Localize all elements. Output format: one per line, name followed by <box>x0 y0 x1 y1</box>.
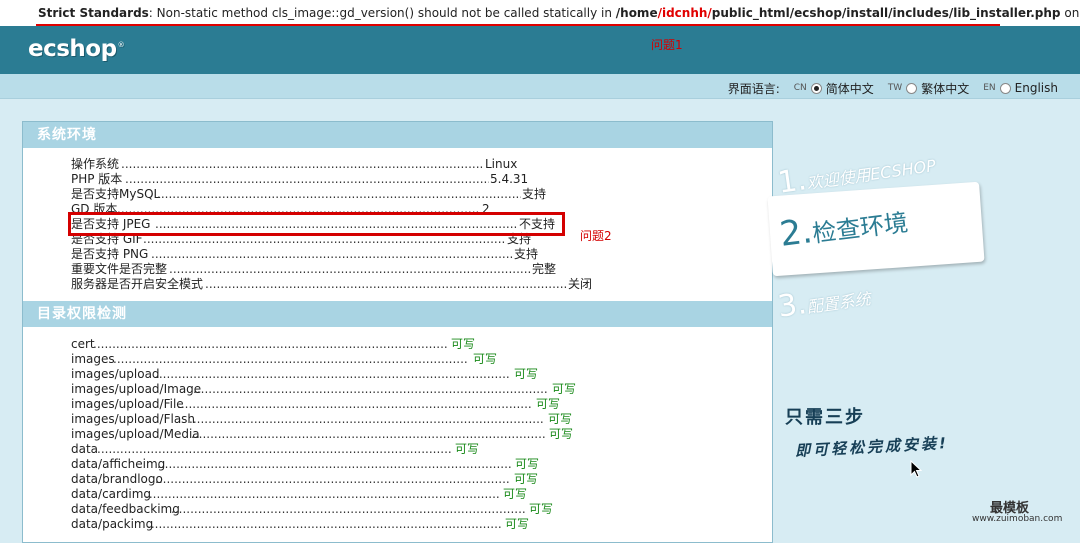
env-value: 关闭 <box>568 277 593 291</box>
perm-row: images/upload/Image.....................… <box>71 382 577 396</box>
perm-label: cert <box>71 337 95 351</box>
option-english[interactable]: English <box>1015 81 1058 95</box>
env-label: 操作系统 <box>71 157 120 171</box>
env-label: PHP 版本 <box>71 172 123 186</box>
logo-text: ecshop <box>28 36 117 62</box>
perm-label: data <box>71 442 99 456</box>
check-panel: 系统环境 操作系统...............................… <box>22 121 773 543</box>
perm-row: images/upload/Flash.....................… <box>71 412 573 426</box>
watermark-url: www.zuimoban.com <box>972 514 1063 524</box>
promo-headline: 只需三步 <box>785 407 865 428</box>
perm-label: data/cardimg <box>71 487 152 501</box>
perm-label: images/upload/Image <box>71 382 202 396</box>
mouse-cursor-icon <box>910 460 922 478</box>
perm-value: 可写 <box>514 472 539 486</box>
perm-row: cert....................................… <box>71 337 476 351</box>
perm-row: images/upload/Media.....................… <box>71 427 574 441</box>
ecshop-logo: ecshop® <box>28 36 125 62</box>
perm-value: 可写 <box>505 517 530 531</box>
perm-label: images/upload/File <box>71 397 184 411</box>
perm-label: data/afficheimg <box>71 457 166 471</box>
step-3-number: 3. <box>775 286 809 325</box>
perm-label: images/upload <box>71 367 160 381</box>
step-3: 3.配置系统 <box>776 277 873 325</box>
env-value: 支持 <box>522 187 547 201</box>
perm-row: data/cardimg............................… <box>71 487 528 501</box>
flag-cn-icon: CN <box>793 83 807 93</box>
section-title-perm: 目录权限检测 <box>23 301 772 327</box>
error-level: Strict Standards <box>38 6 149 20</box>
flag-en-icon: EN <box>983 83 996 93</box>
radio-english[interactable] <box>999 82 1011 94</box>
radio-traditional-chinese[interactable] <box>906 82 918 94</box>
perm-value: 可写 <box>455 442 480 456</box>
perm-value: 可写 <box>473 352 498 366</box>
error-text: : Non-static method cls_image::gd_versio… <box>148 6 616 20</box>
perm-value: 可写 <box>552 382 577 396</box>
language-selector: 界面语言: CN 简体中文 TW 繁体中文 EN English <box>728 78 1058 98</box>
perm-row: images/upload/File......................… <box>71 397 561 411</box>
perm-value: 可写 <box>536 397 561 411</box>
section-title-env: 系统环境 <box>23 122 772 148</box>
perm-row: images/upload...........................… <box>71 367 539 381</box>
perm-label: data/brandlogo <box>71 472 163 486</box>
radio-simplified-chinese[interactable] <box>810 82 822 94</box>
perm-row: images..................................… <box>71 352 498 366</box>
error-path-start: /home <box>615 6 658 20</box>
env-value: Linux <box>485 157 518 171</box>
perm-label: images/upload/Media <box>71 427 200 441</box>
perm-row: data....................................… <box>71 442 480 456</box>
perm-value: 可写 <box>548 412 573 426</box>
env-value: 5.4.31 <box>490 172 529 186</box>
option-traditional-chinese[interactable]: 繁体中文 <box>921 80 969 97</box>
annotation-issue1: 问题1 <box>651 38 683 52</box>
env-row: 是否支持MySQL...............................… <box>71 187 547 201</box>
env-row: PHP 版本..................................… <box>71 172 529 186</box>
perm-value: 可写 <box>529 502 554 516</box>
step-3-label: 配置系统 <box>805 289 872 317</box>
perm-row: data/brandlogo..........................… <box>71 472 539 486</box>
env-label: 是否支持MySQL <box>71 187 161 201</box>
env-value: 支持 <box>514 247 539 261</box>
flag-tw-icon: TW <box>887 83 903 93</box>
error-path-end: public_html/ecshop/install/includes/lib_… <box>711 6 1061 20</box>
language-label: 界面语言: <box>727 81 780 96</box>
env-row: 服务器是否开启安全模式.............................… <box>71 277 593 291</box>
promo-subline: 即可轻松完成安装! <box>794 433 950 461</box>
error-online: on line <box>1064 6 1080 20</box>
error-path-redacted: /idcnhh/ <box>657 6 712 20</box>
perm-row: data/afficheimg.........................… <box>71 457 540 471</box>
perm-label: images/upload/Flash <box>71 412 196 426</box>
perm-row: data/packimg............................… <box>71 517 530 531</box>
step-2-number: 2. <box>777 211 815 255</box>
logo-registered: ® <box>117 41 125 50</box>
env-value: 完整 <box>532 262 557 276</box>
header-bar <box>0 26 1080 74</box>
perm-value: 可写 <box>503 487 528 501</box>
env-row: 是否支持 PNG................................… <box>71 247 539 261</box>
perm-label: data/packimg <box>71 517 154 531</box>
perm-label: data/feedbackimg <box>71 502 180 516</box>
env-label: 是否支持 PNG <box>71 247 149 261</box>
env-row: 操作系统....................................… <box>71 157 518 171</box>
perm-value: 可写 <box>514 367 539 381</box>
option-simplified-chinese[interactable]: 简体中文 <box>826 80 874 97</box>
env-label: 重要文件是否完整 <box>71 262 168 276</box>
perm-value: 可写 <box>451 337 476 351</box>
annotation-issue2: 问题2 <box>580 229 612 243</box>
perm-value: 可写 <box>549 427 574 441</box>
perm-value: 可写 <box>515 457 540 471</box>
env-label: 服务器是否开启安全模式 <box>71 277 204 291</box>
perm-row: data/feedbackimg........................… <box>71 502 554 516</box>
php-error-message: Strict Standards: Non-static method cls_… <box>0 0 1080 26</box>
env-row: 重要文件是否完整................................… <box>71 262 557 276</box>
annotation-box-jpeg <box>68 212 565 236</box>
perm-label: images <box>71 352 115 366</box>
